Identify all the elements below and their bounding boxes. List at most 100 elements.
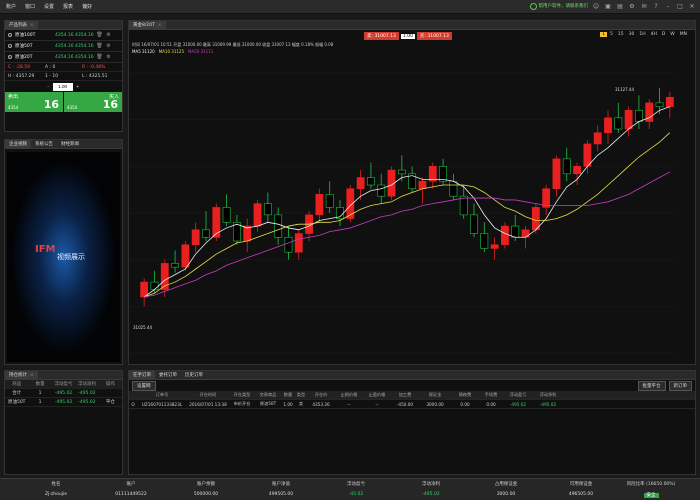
product-row[interactable]: 原油100T 4354.16 4354.16 🗑 ⚙ xyxy=(5,30,122,41)
tab-finance-news[interactable]: 财经新闻 xyxy=(57,140,83,149)
quick-qty-input[interactable]: 1.00 xyxy=(400,33,415,39)
candle-body xyxy=(181,244,190,268)
close-position-button[interactable]: 平仓 xyxy=(99,399,122,405)
period-button[interactable]: 5 xyxy=(608,32,615,37)
menu-reports[interactable]: 报表 xyxy=(63,3,73,10)
product-name: 原油50T xyxy=(15,44,33,49)
period-button[interactable]: MN xyxy=(678,32,689,37)
period-button[interactable]: 4H xyxy=(649,32,659,37)
settings-icon[interactable]: ⚙ xyxy=(628,2,636,10)
risk-status-badge: 安全 xyxy=(615,492,687,498)
period-button[interactable]: 15 xyxy=(616,32,626,37)
tab-company-video[interactable]: 企业视频 xyxy=(5,139,31,149)
orders-toolbar: 设置网 批量平仓 新订单 xyxy=(129,380,695,391)
plus-icon[interactable]: + xyxy=(76,84,80,90)
new-order-button[interactable]: 新订单 xyxy=(668,380,692,391)
tab-label: 黄金8/20T xyxy=(133,23,155,28)
minimize-icon[interactable]: – xyxy=(664,2,672,10)
candle-body xyxy=(284,236,293,253)
radio-icon[interactable] xyxy=(8,33,12,37)
close-tab-icon[interactable]: × xyxy=(30,23,34,28)
tab-history-orders[interactable]: 历史订单 xyxy=(181,371,207,380)
footer-field: 浮动净利 -495.02 xyxy=(395,481,467,497)
column-header: 隔夜费 xyxy=(458,392,472,397)
col-float-pl: 浮动盈亏 xyxy=(54,382,73,387)
help-icon[interactable]: ? xyxy=(652,2,660,10)
period-button[interactable]: 30 xyxy=(627,32,637,37)
trash-icon[interactable]: 🗑 xyxy=(95,54,104,60)
candle-body xyxy=(562,158,571,175)
close-tab-icon[interactable]: × xyxy=(158,23,162,28)
user-icon[interactable]: ☺ xyxy=(592,2,600,10)
news-panel: 企业视频 系统公告 财经新闻 IFM 视频展示 xyxy=(4,139,123,365)
table-row[interactable]: 原油50T 1 -495.02 -495.02 平仓 xyxy=(5,398,122,407)
trade-buttons: 卖出 4354 16 买入 4354 16 xyxy=(5,92,122,112)
cell: 原油50T xyxy=(7,400,26,405)
position-summary-header: 持仓统计 × xyxy=(5,370,122,380)
amount-value: A : 0 xyxy=(45,64,56,70)
mail-icon[interactable]: ✉ xyxy=(640,2,648,10)
candle-body xyxy=(263,203,272,216)
tab-pending-orders[interactable]: 委托订单 xyxy=(155,371,181,380)
gear-icon[interactable]: ⚙ xyxy=(104,54,113,60)
cell: -495.02 xyxy=(54,399,73,405)
price-label-left: 31025.44 xyxy=(133,325,153,330)
quantity-input[interactable] xyxy=(52,82,73,91)
quantity-row: – + xyxy=(5,81,122,92)
lock-icon[interactable]: ▣ xyxy=(604,2,612,10)
trash-icon[interactable]: 🗑 xyxy=(95,43,104,49)
footer-label: 占用保证金 xyxy=(494,482,518,487)
footer-label: 浮动净利 xyxy=(422,482,440,487)
footer-value: Zj-zhoujie xyxy=(44,492,68,497)
printer-icon[interactable]: ▤ xyxy=(616,2,624,10)
period-button[interactable]: 1H xyxy=(637,32,647,37)
col-qty: 数量 xyxy=(35,382,45,387)
table-row[interactable]: O UZ160701133823L 2016/07/01 13:38 市价开仓 原油50… xyxy=(129,400,695,409)
table-row[interactable]: 合计 1 -495.02 -495.02 xyxy=(5,389,122,398)
radio-icon[interactable] xyxy=(8,44,12,48)
radio-icon[interactable] xyxy=(8,55,12,59)
table-cell: -495.02 xyxy=(539,401,557,407)
candle-body xyxy=(449,180,458,197)
product-row[interactable]: 原油50T 4354.16 4354.16 🗑 ⚙ xyxy=(5,41,122,52)
close-tab-icon[interactable]: × xyxy=(30,373,34,378)
gear-icon[interactable]: ⚙ xyxy=(104,43,113,49)
period-button[interactable]: 1 xyxy=(600,32,607,37)
column-header: 浮动盈亏 xyxy=(509,392,527,397)
minus-icon[interactable]: – xyxy=(47,84,50,90)
tab-system-notice[interactable]: 系统公告 xyxy=(31,140,57,149)
period-selector: 1 5 15 30 1H 4H D W MN xyxy=(600,32,689,37)
tab-position-summary[interactable]: 持仓统计 × xyxy=(5,370,38,380)
video-player[interactable]: IFM 视频展示 xyxy=(7,152,120,362)
tab-open-orders[interactable]: 在手订单 xyxy=(129,370,155,380)
trash-icon[interactable]: 🗑 xyxy=(95,32,104,38)
maximize-icon[interactable]: □ xyxy=(676,2,684,10)
quick-sell-button[interactable]: 卖: 31007.13 xyxy=(364,32,399,40)
table-cell: -- xyxy=(375,401,379,407)
close-icon[interactable]: ✕ xyxy=(688,2,696,10)
tab-chart[interactable]: 黄金8/20T × xyxy=(129,20,166,30)
gear-icon[interactable]: ⚙ xyxy=(104,32,113,38)
price-label-right: 31127.44 xyxy=(615,87,635,92)
menu-settings[interactable]: 设置 xyxy=(44,3,54,10)
cell: 1 xyxy=(38,399,42,405)
tab-product-list[interactable]: 产品列表 × xyxy=(5,20,38,30)
sell-button[interactable]: 卖出 4354 16 xyxy=(5,92,63,112)
quick-buy-button[interactable]: 买: 31007.13 xyxy=(416,32,452,40)
period-button[interactable]: W xyxy=(668,32,676,37)
close-all-button[interactable]: 批量平仓 xyxy=(637,380,666,391)
candlestick-chart[interactable]: 31025.44 31127.44 xyxy=(129,63,695,363)
period-button[interactable]: D xyxy=(660,32,667,37)
menu-preferences[interactable]: 偏好 xyxy=(82,3,92,10)
footer-label: 账户 xyxy=(126,482,136,487)
table-cell: O xyxy=(131,401,135,407)
product-row[interactable]: 原油20T 4354.16 4354.16 🗑 ⚙ xyxy=(5,52,122,63)
menu-window[interactable]: 窗口 xyxy=(25,3,35,10)
orders-table-header: 订单号 开仓时间 开仓类型 交易商品 数量 类型 开仓价 止损价格 止盈价格 加工费 保证金 隔夜费 手… xyxy=(129,391,695,400)
menu-account[interactable]: 账户 xyxy=(6,3,16,10)
footer-field: 占用保证金 3000.00 xyxy=(470,481,542,497)
buy-button[interactable]: 买入 4354 16 xyxy=(64,92,122,112)
candle-body xyxy=(635,110,643,122)
settings-button[interactable]: 设置网 xyxy=(132,380,156,391)
status-indicator[interactable]: 帮用户软件，请联系我们 xyxy=(529,2,588,10)
